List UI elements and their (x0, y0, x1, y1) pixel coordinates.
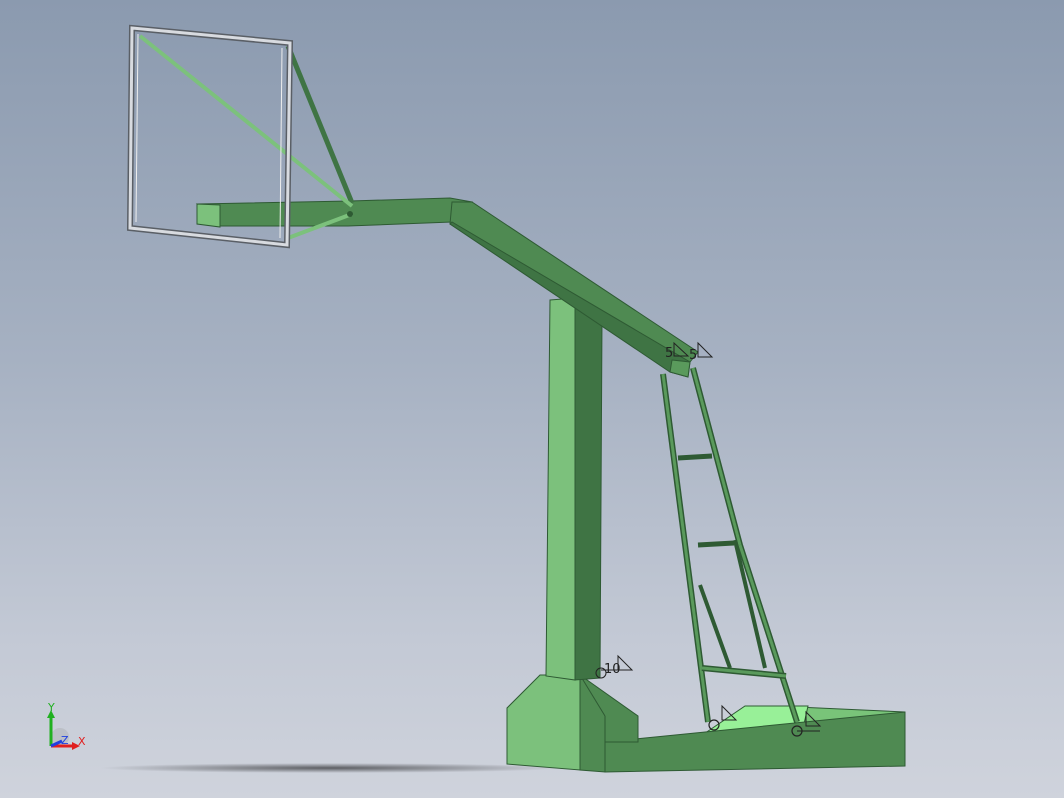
rear-leg-inner (738, 544, 799, 723)
weld-label: 5 (665, 346, 673, 361)
z-axis-label: Z (61, 734, 69, 747)
boom-end-face[interactable] (669, 359, 691, 378)
ladder-rail-left-inner (661, 373, 710, 723)
x-axis-label: X (78, 735, 86, 748)
weld-symbol-2[interactable]: 5 (689, 341, 714, 363)
axis-triad: Y Z X (47, 701, 86, 750)
y-axis-label: Y (47, 701, 55, 714)
model-canvas[interactable]: 5 5 10 Y Z X (0, 0, 1064, 798)
column-front-face[interactable] (545, 297, 576, 681)
backboard-frame-edge (135, 33, 139, 223)
weld-label: 5 (689, 348, 697, 363)
cad-viewport[interactable]: 5 5 10 Y Z X (0, 0, 1064, 798)
boom-arm[interactable] (195, 197, 699, 378)
ladder-rung[interactable] (677, 453, 713, 461)
inner-brace[interactable] (698, 584, 732, 669)
column-side-face[interactable] (574, 297, 603, 681)
weld-triangle (697, 341, 714, 358)
main-column[interactable] (545, 297, 603, 681)
boom-horizontal-front[interactable] (196, 203, 221, 228)
weld-symbol-3[interactable]: 10 (595, 654, 634, 679)
strut-joint (347, 211, 353, 217)
ladder-rung[interactable] (697, 540, 735, 548)
pedestal-front-face[interactable] (506, 674, 581, 771)
ground-shadow (100, 763, 560, 773)
ladder-brace[interactable] (660, 367, 803, 737)
